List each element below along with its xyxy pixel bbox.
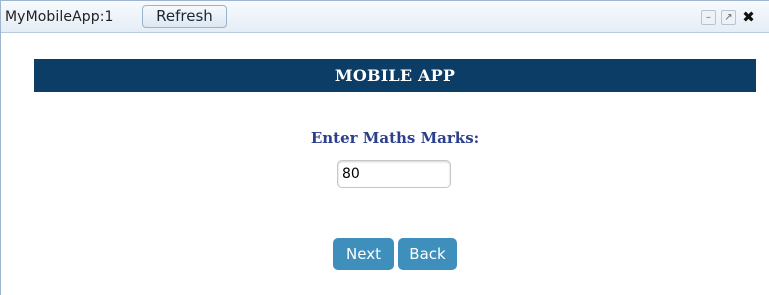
close-icon[interactable]: ✖: [741, 10, 756, 25]
back-button[interactable]: Back: [398, 238, 457, 270]
window-title: MyMobileApp:1: [5, 9, 114, 25]
maths-marks-label: Enter Maths Marks:: [310, 129, 480, 147]
popout-icon[interactable]: ↗: [721, 10, 736, 25]
minimize-icon[interactable]: –: [701, 10, 716, 25]
app-content: MOBILE APP Enter Maths Marks: Next Back: [1, 33, 769, 295]
next-button[interactable]: Next: [333, 238, 394, 270]
refresh-button[interactable]: Refresh: [142, 5, 227, 28]
title-bar: MyMobileApp:1 Refresh – ↗ ✖: [1, 1, 769, 33]
app-window: MyMobileApp:1 Refresh – ↗ ✖ MOBILE APP E…: [0, 0, 769, 295]
app-header: MOBILE APP: [34, 59, 756, 92]
maths-marks-input[interactable]: [337, 160, 451, 188]
